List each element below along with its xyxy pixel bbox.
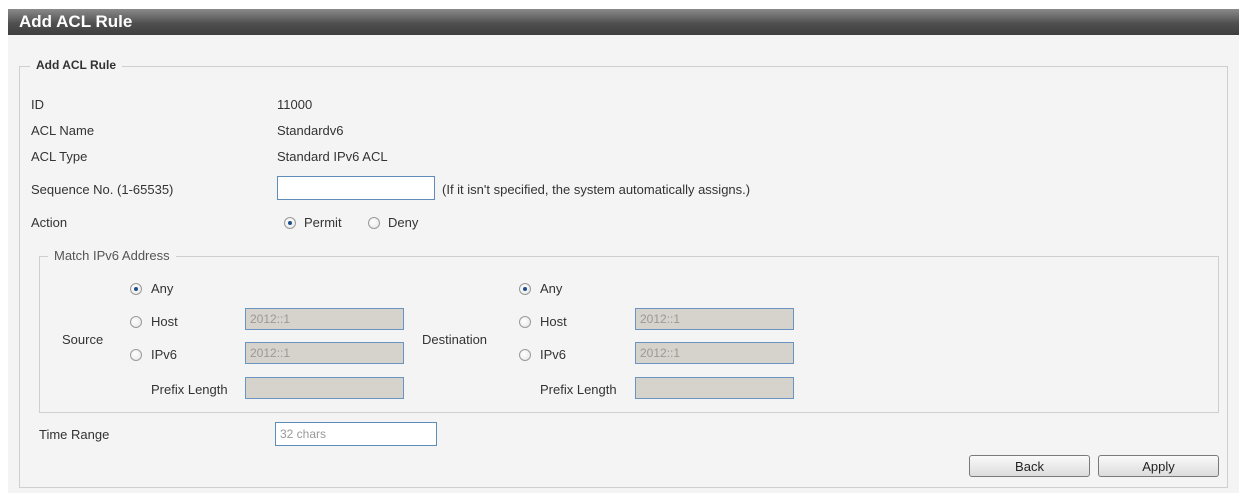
source-any-label[interactable]: Any <box>151 281 173 296</box>
destination-prefix-input[interactable] <box>635 377 794 399</box>
source-ipv6-input[interactable] <box>245 342 404 364</box>
source-any-radio[interactable] <box>130 283 142 295</box>
source-host-radio[interactable] <box>130 316 142 328</box>
action-permit-radio[interactable] <box>284 217 296 229</box>
id-value: 11000 <box>277 97 313 112</box>
match-ipv6-legend: Match IPv6 Address <box>48 248 176 263</box>
action-permit-label[interactable]: Permit <box>304 215 342 230</box>
page-title: Add ACL Rule <box>19 12 133 31</box>
apply-button[interactable]: Apply <box>1098 455 1219 477</box>
content-panel: Add ACL Rule ID 11000 ACL Name Standardv… <box>8 35 1239 493</box>
back-button[interactable]: Back <box>969 455 1090 477</box>
acl-type-label: ACL Type <box>31 149 88 164</box>
acl-name-value: Standardv6 <box>277 123 344 138</box>
time-range-input[interactable] <box>275 422 437 446</box>
source-ipv6-label[interactable]: IPv6 <box>151 347 177 362</box>
id-label: ID <box>31 97 44 112</box>
source-prefix-label: Prefix Length <box>151 382 228 397</box>
acl-type-value: Standard IPv6 ACL <box>277 149 388 164</box>
action-deny-label[interactable]: Deny <box>388 215 418 230</box>
source-host-input[interactable] <box>245 308 404 330</box>
destination-label: Destination <box>422 332 488 347</box>
destination-any-label[interactable]: Any <box>540 281 562 296</box>
destination-host-label[interactable]: Host <box>540 314 567 329</box>
sequence-input[interactable] <box>277 176 435 200</box>
source-label: Source <box>62 332 104 347</box>
sequence-hint: (If it isn't specified, the system autom… <box>442 182 751 197</box>
destination-host-radio[interactable] <box>519 316 531 328</box>
source-host-label[interactable]: Host <box>151 314 178 329</box>
destination-any-radio[interactable] <box>519 283 531 295</box>
destination-ipv6-label[interactable]: IPv6 <box>540 347 566 362</box>
action-deny-radio[interactable] <box>368 217 380 229</box>
source-prefix-input[interactable] <box>245 377 404 399</box>
action-label: Action <box>31 215 68 230</box>
time-range-label: Time Range <box>39 427 110 442</box>
acl-name-label: ACL Name <box>31 123 95 138</box>
destination-host-input[interactable] <box>635 308 794 330</box>
destination-ipv6-input[interactable] <box>635 342 794 364</box>
destination-ipv6-radio[interactable] <box>519 349 531 361</box>
destination-prefix-label: Prefix Length <box>540 382 617 397</box>
source-ipv6-radio[interactable] <box>130 349 142 361</box>
add-acl-rule-legend: Add ACL Rule <box>30 58 122 72</box>
sequence-label: Sequence No. (1-65535) <box>31 182 174 197</box>
title-bar: Add ACL Rule <box>8 9 1239 35</box>
